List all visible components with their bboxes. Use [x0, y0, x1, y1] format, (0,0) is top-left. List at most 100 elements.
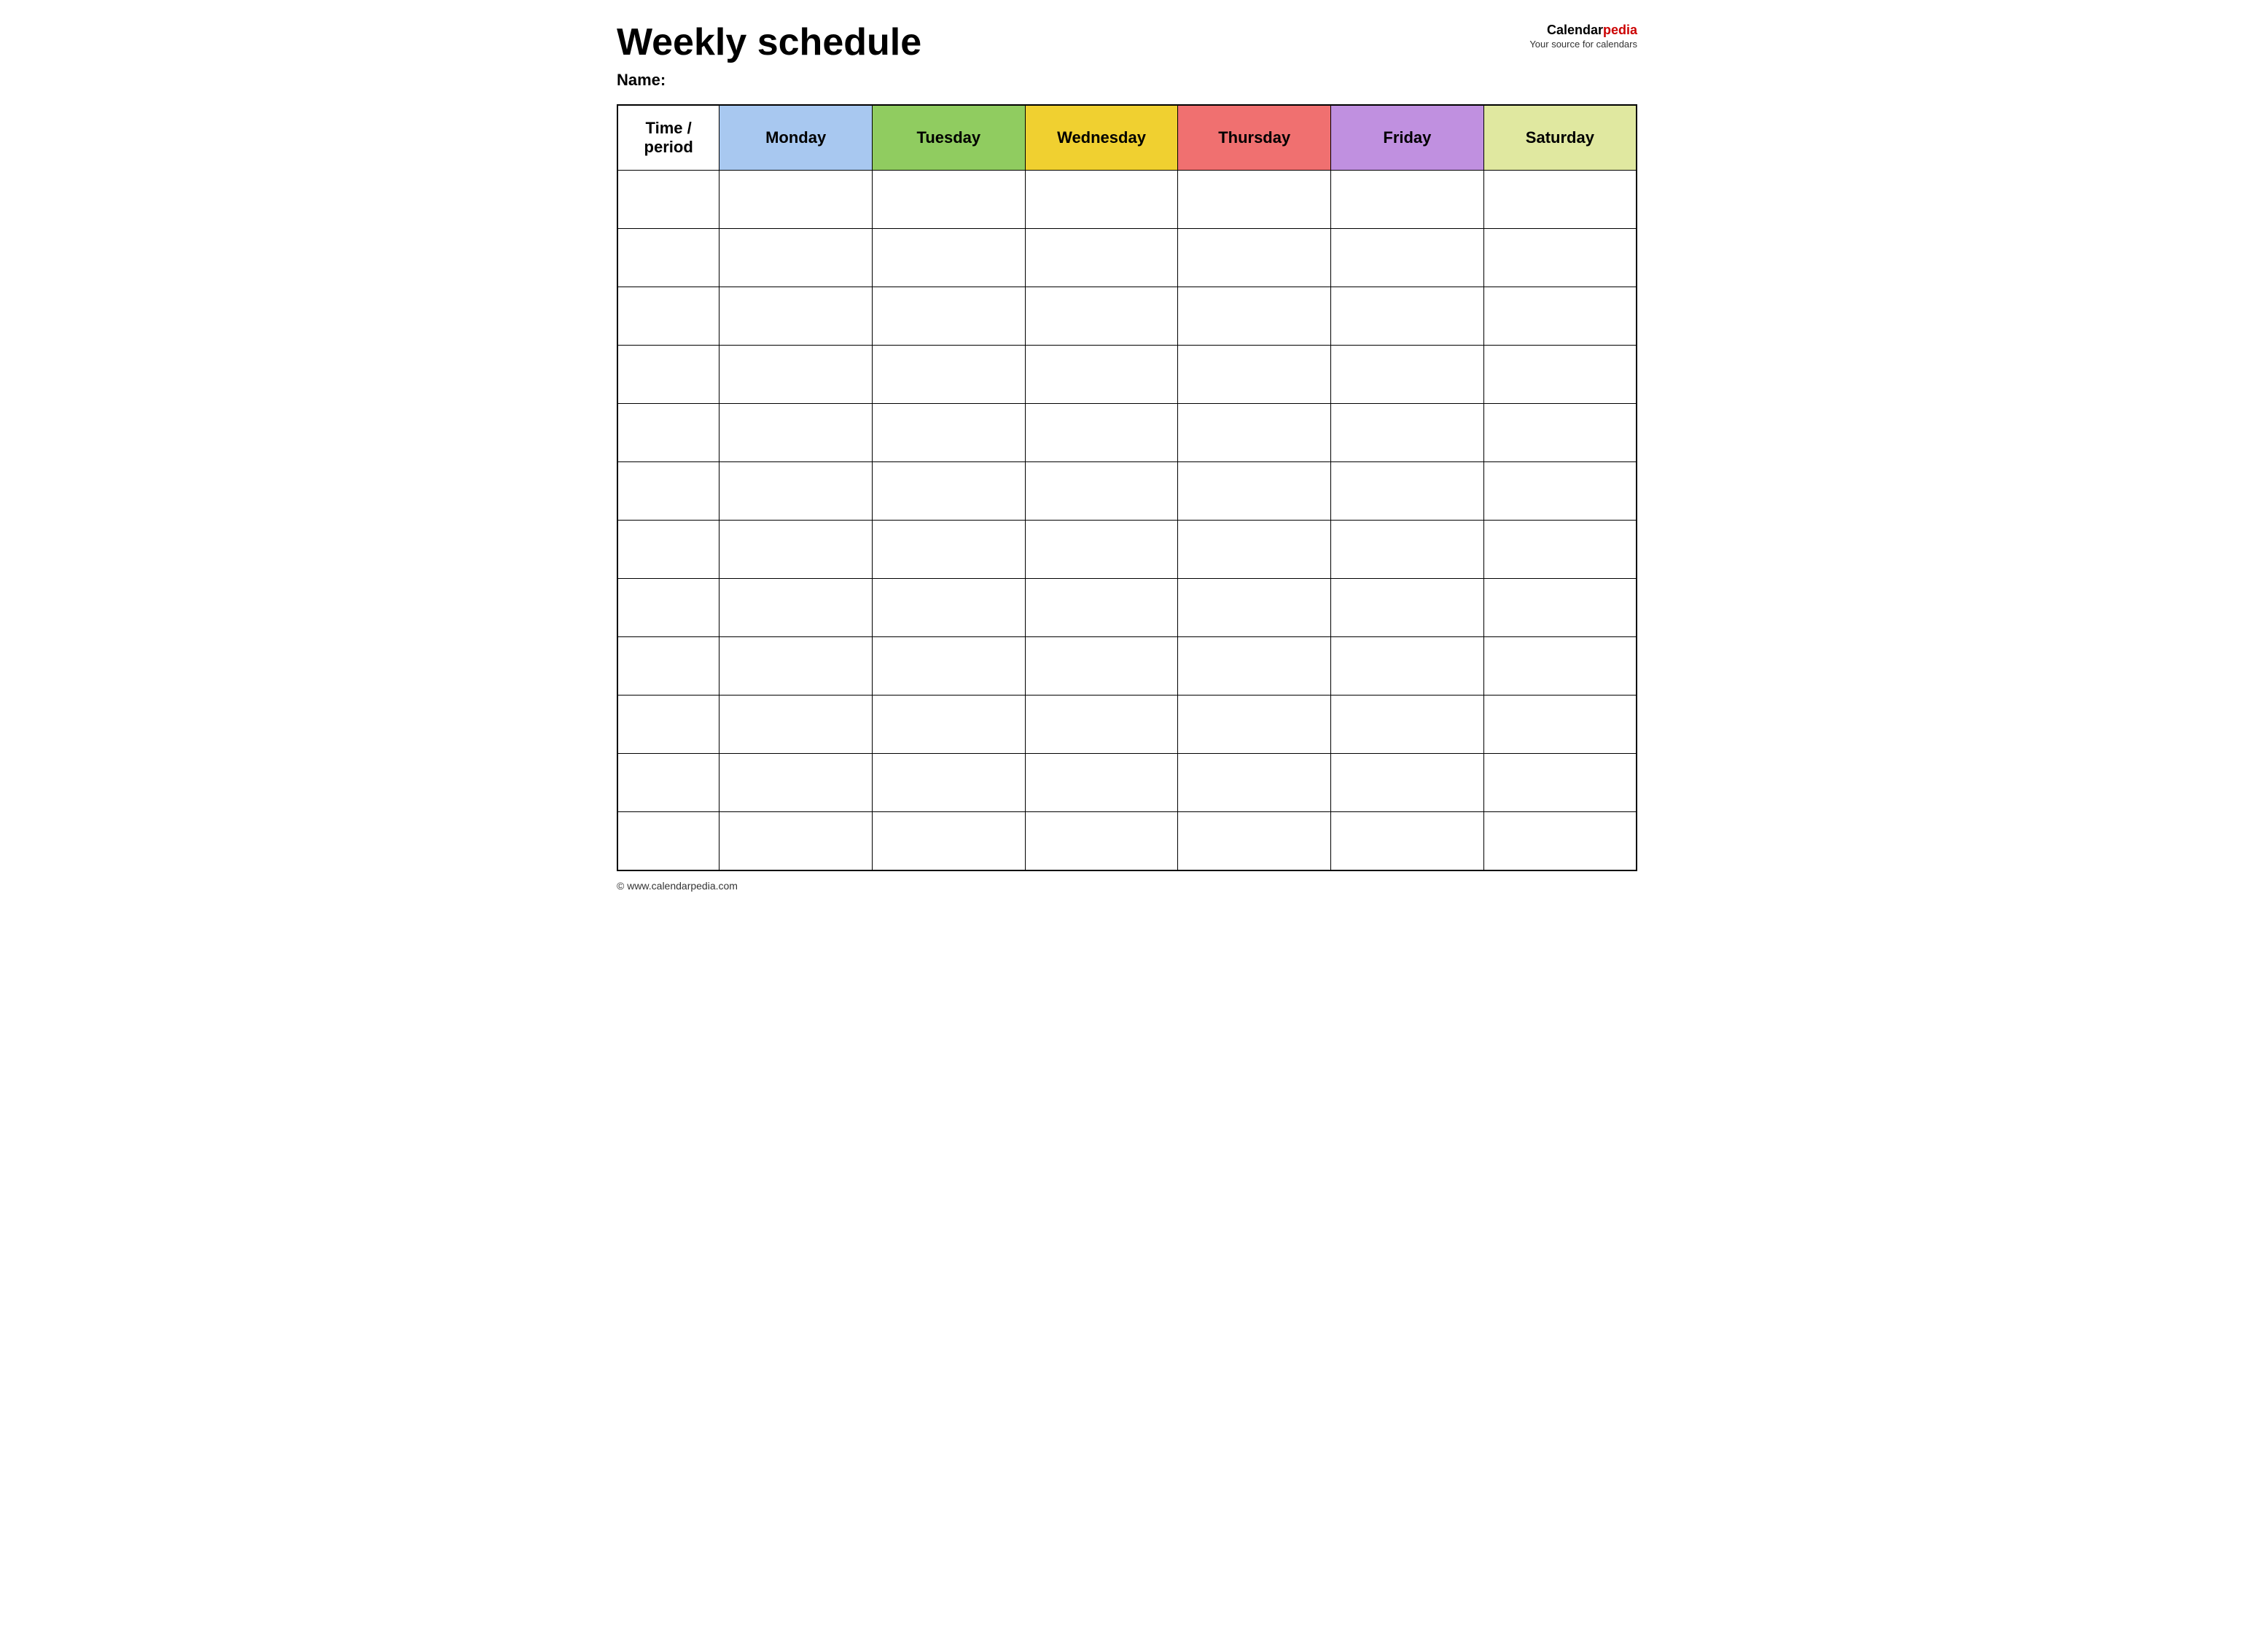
- schedule-cell[interactable]: [720, 346, 873, 404]
- schedule-cell[interactable]: [1025, 287, 1178, 346]
- schedule-cell[interactable]: [872, 404, 1025, 462]
- schedule-cell[interactable]: [1178, 171, 1331, 229]
- schedule-cell[interactable]: [1331, 637, 1484, 696]
- schedule-cell[interactable]: [872, 696, 1025, 754]
- schedule-cell[interactable]: [1483, 287, 1637, 346]
- schedule-cell[interactable]: [1483, 579, 1637, 637]
- table-row: [617, 346, 1637, 404]
- time-cell[interactable]: [617, 637, 720, 696]
- schedule-cell[interactable]: [1178, 754, 1331, 812]
- header-saturday: Saturday: [1483, 105, 1637, 171]
- schedule-cell[interactable]: [1331, 404, 1484, 462]
- schedule-cell[interactable]: [1025, 812, 1178, 870]
- schedule-cell[interactable]: [1331, 754, 1484, 812]
- schedule-cell[interactable]: [1178, 462, 1331, 521]
- schedule-cell[interactable]: [1483, 346, 1637, 404]
- schedule-cell[interactable]: [1331, 696, 1484, 754]
- schedule-cell[interactable]: [1483, 171, 1637, 229]
- schedule-cell[interactable]: [872, 754, 1025, 812]
- schedule-cell[interactable]: [720, 637, 873, 696]
- schedule-cell[interactable]: [872, 346, 1025, 404]
- schedule-cell[interactable]: [720, 462, 873, 521]
- schedule-cell[interactable]: [1025, 521, 1178, 579]
- schedule-cell[interactable]: [1331, 171, 1484, 229]
- schedule-cell[interactable]: [1483, 229, 1637, 287]
- schedule-cell[interactable]: [1483, 812, 1637, 870]
- schedule-cell[interactable]: [872, 287, 1025, 346]
- schedule-cell[interactable]: [1483, 754, 1637, 812]
- schedule-cell[interactable]: [1483, 521, 1637, 579]
- schedule-cell[interactable]: [1331, 287, 1484, 346]
- schedule-cell[interactable]: [720, 579, 873, 637]
- time-cell[interactable]: [617, 521, 720, 579]
- schedule-cell[interactable]: [720, 754, 873, 812]
- schedule-cell[interactable]: [720, 171, 873, 229]
- schedule-cell[interactable]: [1483, 696, 1637, 754]
- schedule-cell[interactable]: [720, 696, 873, 754]
- schedule-cell[interactable]: [1178, 637, 1331, 696]
- schedule-cell[interactable]: [1025, 754, 1178, 812]
- brand-tagline: Your source for calendars: [1491, 39, 1637, 50]
- schedule-cell[interactable]: [1025, 404, 1178, 462]
- brand-calendar-text: Calendar: [1547, 23, 1603, 37]
- schedule-cell[interactable]: [720, 812, 873, 870]
- time-cell[interactable]: [617, 171, 720, 229]
- schedule-cell[interactable]: [1331, 579, 1484, 637]
- schedule-cell[interactable]: [1025, 346, 1178, 404]
- schedule-cell[interactable]: [1483, 404, 1637, 462]
- schedule-cell[interactable]: [1025, 579, 1178, 637]
- footer: © www.calendarpedia.com: [617, 880, 1637, 892]
- schedule-cell[interactable]: [1178, 812, 1331, 870]
- time-cell[interactable]: [617, 404, 720, 462]
- schedule-cell[interactable]: [720, 521, 873, 579]
- time-cell[interactable]: [617, 579, 720, 637]
- time-cell[interactable]: [617, 462, 720, 521]
- schedule-cell[interactable]: [1025, 637, 1178, 696]
- schedule-cell[interactable]: [1178, 346, 1331, 404]
- schedule-cell[interactable]: [1178, 404, 1331, 462]
- schedule-cell[interactable]: [872, 171, 1025, 229]
- schedule-cell[interactable]: [1025, 171, 1178, 229]
- header-tuesday: Tuesday: [872, 105, 1025, 171]
- table-row: [617, 171, 1637, 229]
- schedule-cell[interactable]: [872, 462, 1025, 521]
- schedule-cell[interactable]: [1331, 812, 1484, 870]
- schedule-cell[interactable]: [1025, 696, 1178, 754]
- schedule-cell[interactable]: [872, 637, 1025, 696]
- schedule-cell[interactable]: [1025, 229, 1178, 287]
- schedule-cell[interactable]: [1483, 462, 1637, 521]
- schedule-cell[interactable]: [1331, 462, 1484, 521]
- schedule-cell[interactable]: [720, 229, 873, 287]
- time-cell[interactable]: [617, 229, 720, 287]
- schedule-tbody: [617, 171, 1637, 870]
- schedule-cell[interactable]: [1483, 637, 1637, 696]
- time-cell[interactable]: [617, 287, 720, 346]
- schedule-cell[interactable]: [872, 579, 1025, 637]
- schedule-cell[interactable]: [872, 521, 1025, 579]
- header-thursday: Thursday: [1178, 105, 1331, 171]
- schedule-cell[interactable]: [872, 812, 1025, 870]
- table-row: [617, 521, 1637, 579]
- name-row: Name:: [617, 71, 1637, 90]
- page-title: Weekly schedule: [617, 22, 1491, 63]
- time-cell[interactable]: [617, 346, 720, 404]
- time-cell[interactable]: [617, 754, 720, 812]
- schedule-cell[interactable]: [1178, 229, 1331, 287]
- header-wednesday: Wednesday: [1025, 105, 1178, 171]
- footer-url: © www.calendarpedia.com: [617, 880, 738, 892]
- schedule-cell[interactable]: [1178, 521, 1331, 579]
- schedule-cell[interactable]: [872, 229, 1025, 287]
- schedule-cell[interactable]: [1331, 229, 1484, 287]
- schedule-cell[interactable]: [720, 404, 873, 462]
- time-cell[interactable]: [617, 812, 720, 870]
- schedule-cell[interactable]: [1178, 579, 1331, 637]
- time-cell[interactable]: [617, 696, 720, 754]
- table-row: [617, 754, 1637, 812]
- schedule-cell[interactable]: [1331, 521, 1484, 579]
- schedule-cell[interactable]: [1331, 346, 1484, 404]
- schedule-cell[interactable]: [1025, 462, 1178, 521]
- schedule-cell[interactable]: [1178, 696, 1331, 754]
- schedule-cell[interactable]: [720, 287, 873, 346]
- schedule-cell[interactable]: [1178, 287, 1331, 346]
- title-area: Weekly schedule: [617, 22, 1491, 63]
